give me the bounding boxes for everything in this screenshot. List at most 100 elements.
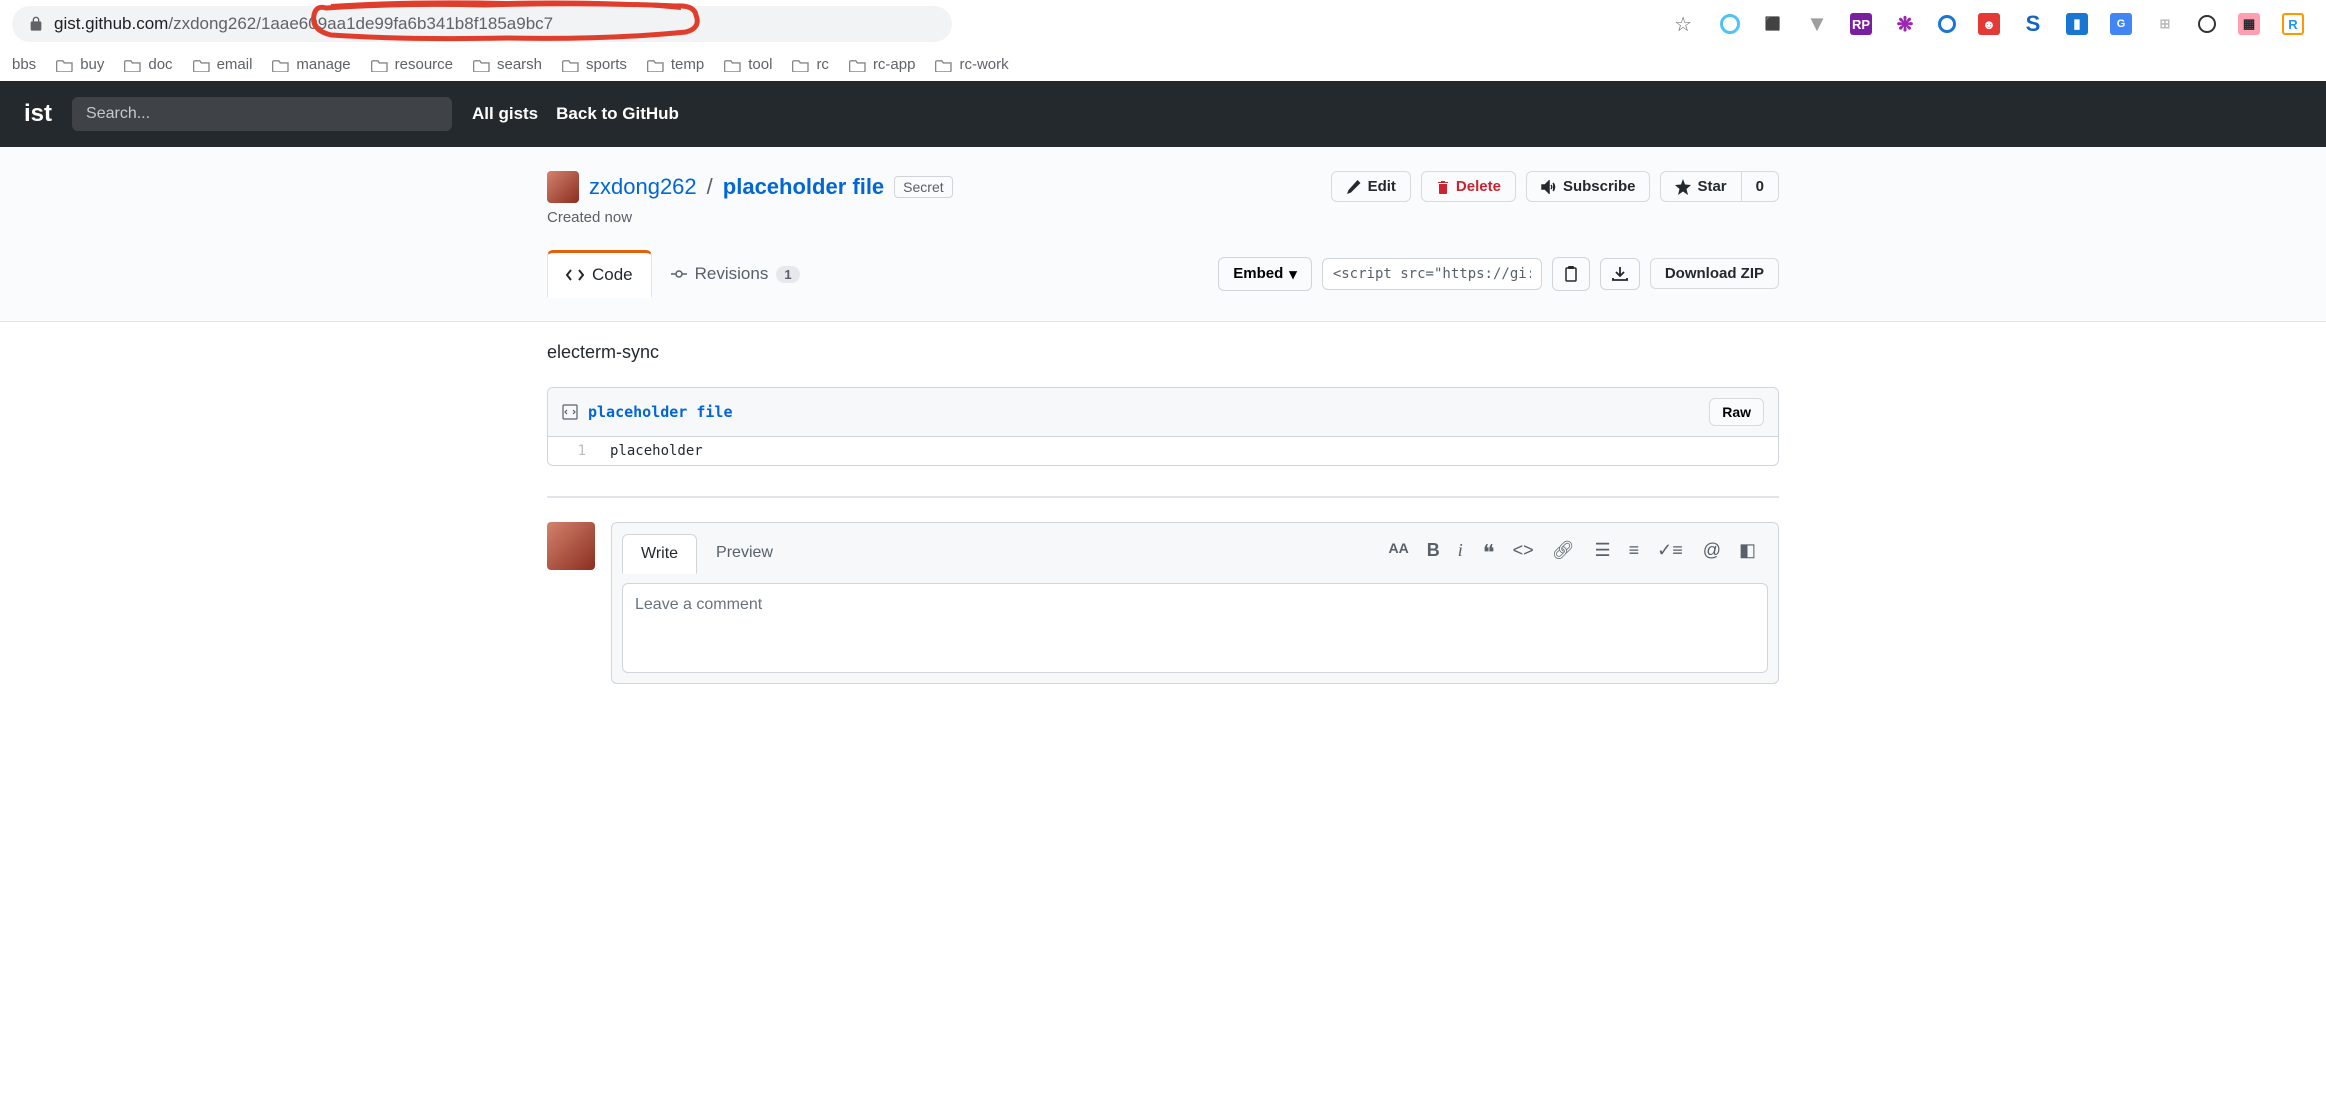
star-icon <box>1675 179 1691 195</box>
folder-icon <box>56 58 74 72</box>
volume-icon <box>1541 180 1557 194</box>
embed-dropdown[interactable]: Embed ▾ <box>1218 257 1312 291</box>
ext-icon[interactable]: ▮ <box>2066 13 2088 35</box>
gist-logo[interactable]: ist <box>24 100 52 128</box>
ext-icon[interactable]: ⊞ <box>2154 13 2176 35</box>
quote-icon[interactable]: ❝ <box>1483 540 1495 566</box>
bookmark-item[interactable]: tool <box>724 56 772 73</box>
bookmark-item[interactable]: temp <box>647 56 704 73</box>
bookmark-item[interactable]: buy <box>56 56 104 73</box>
download-zip-button[interactable]: Download ZIP <box>1650 258 1779 289</box>
header-nav: All gists Back to GitHub <box>472 104 679 124</box>
copy-button[interactable] <box>1552 257 1590 291</box>
ext-icon[interactable] <box>1720 14 1740 34</box>
gist-header: zxdong262 / placeholder file Secret Crea… <box>547 171 1779 226</box>
ext-icon[interactable]: ⬛ <box>1762 13 1784 35</box>
avatar[interactable] <box>547 171 579 203</box>
bookmark-item[interactable]: doc <box>124 56 172 73</box>
comment-section: Write Preview AA B i ❝ <> 🔗︎ ☰ <box>547 496 1779 684</box>
folder-icon <box>473 58 491 72</box>
italic-icon[interactable]: i <box>1458 540 1463 566</box>
bookmark-item[interactable]: sports <box>562 56 627 73</box>
ext-icon[interactable]: ▦ <box>2238 13 2260 35</box>
heading-icon[interactable]: AA <box>1388 540 1408 566</box>
gist-name-link[interactable]: placeholder file <box>723 174 884 200</box>
ext-icon[interactable]: G <box>2110 13 2132 35</box>
address-bar-row: gist.github.com/zxdong262/1aae609aa1de99… <box>0 0 2326 48</box>
bookmark-item[interactable]: email <box>193 56 253 73</box>
download-button[interactable] <box>1600 258 1640 290</box>
delete-button[interactable]: Delete <box>1421 171 1516 202</box>
ext-icon[interactable]: RP <box>1850 13 1872 35</box>
secret-badge: Secret <box>894 176 952 198</box>
folder-icon <box>193 58 211 72</box>
ext-icon[interactable]: ☻ <box>1978 13 2000 35</box>
line-number: 1 <box>548 437 598 465</box>
code-file-icon <box>562 404 578 420</box>
ext-icon[interactable]: ▼ <box>1806 13 1828 35</box>
ext-icon[interactable]: S <box>2022 13 2044 35</box>
ext-icon[interactable]: R <box>2282 13 2304 35</box>
star-button[interactable]: Star <box>1660 171 1741 202</box>
bookmark-item[interactable]: searsh <box>473 56 542 73</box>
github-header: ist All gists Back to GitHub <box>0 81 2326 147</box>
comment-tabs: Write Preview AA B i ❝ <> 🔗︎ ☰ <box>612 523 1778 573</box>
folder-icon <box>849 58 867 72</box>
nav-back-to-github[interactable]: Back to GitHub <box>556 104 679 124</box>
raw-button[interactable]: Raw <box>1709 398 1764 426</box>
tab-preview[interactable]: Preview <box>697 533 792 573</box>
edit-button[interactable]: Edit <box>1331 171 1411 202</box>
tabs: Code Revisions 1 <box>547 250 819 297</box>
bookmark-item[interactable]: bbs <box>12 56 36 73</box>
star-count[interactable]: 0 <box>1742 171 1779 202</box>
tab-revisions[interactable]: Revisions 1 <box>652 250 819 297</box>
bullet-list-icon[interactable]: ☰ <box>1594 540 1610 566</box>
folder-icon <box>124 58 142 72</box>
revisions-count: 1 <box>776 266 799 283</box>
code-icon[interactable]: <> <box>1513 540 1534 566</box>
file-box: placeholder file Raw 1 placeholder <box>547 387 1779 466</box>
tab-code[interactable]: Code <box>547 250 652 298</box>
created-text: Created now <box>547 209 953 226</box>
comment-textarea[interactable]: Leave a comment <box>622 583 1768 673</box>
author-link[interactable]: zxdong262 <box>589 174 697 200</box>
extension-icons: ⬛ ▼ RP ❋ ☻ S ▮ G ⊞ ▦ R <box>1720 13 2314 35</box>
tab-write[interactable]: Write <box>622 534 697 574</box>
bookmark-item[interactable]: rc-app <box>849 56 916 73</box>
line-code: placeholder <box>598 437 715 465</box>
search-input[interactable] <box>72 97 452 131</box>
folder-icon <box>792 58 810 72</box>
pencil-icon <box>1346 179 1362 195</box>
ext-icon[interactable]: ❋ <box>1894 13 1916 35</box>
bookmark-item[interactable]: rc <box>792 56 829 73</box>
gist-description: electerm-sync <box>547 322 1779 387</box>
clipboard-icon <box>1563 265 1579 283</box>
nav-all-gists[interactable]: All gists <box>472 104 538 124</box>
browser-chrome: gist.github.com/zxdong262/1aae609aa1de99… <box>0 0 2326 81</box>
bookmark-star-icon[interactable]: ☆ <box>1674 12 1692 37</box>
ext-icon[interactable] <box>2198 15 2216 33</box>
file-name-link[interactable]: placeholder file <box>588 403 733 421</box>
folder-icon <box>935 58 953 72</box>
content-body: electerm-sync placeholder file Raw 1 pla… <box>523 322 1803 708</box>
url-box[interactable]: gist.github.com/zxdong262/1aae609aa1de99… <box>12 6 952 42</box>
embed-script-input[interactable] <box>1322 258 1542 290</box>
saved-reply-icon[interactable]: ◧ <box>1739 540 1756 566</box>
comment-placeholder: Leave a comment <box>635 596 1755 614</box>
download-icon <box>1611 266 1629 282</box>
bold-icon[interactable]: B <box>1427 540 1440 566</box>
numbered-list-icon[interactable]: ≡ <box>1629 540 1640 566</box>
ext-icon[interactable] <box>1938 15 1956 33</box>
task-list-icon[interactable]: ✓≡ <box>1657 540 1683 566</box>
folder-icon <box>272 58 290 72</box>
mention-icon[interactable]: @ <box>1703 540 1721 566</box>
bookmark-item[interactable]: rc-work <box>935 56 1008 73</box>
bookmark-item[interactable]: resource <box>371 56 453 73</box>
bookmark-item[interactable]: manage <box>272 56 350 73</box>
folder-icon <box>647 58 665 72</box>
subscribe-button[interactable]: Subscribe <box>1526 171 1651 202</box>
lock-icon <box>28 16 44 32</box>
link-icon[interactable]: 🔗︎ <box>1552 540 1575 566</box>
avatar[interactable] <box>547 522 595 570</box>
star-button-group: Star 0 <box>1660 171 1779 202</box>
